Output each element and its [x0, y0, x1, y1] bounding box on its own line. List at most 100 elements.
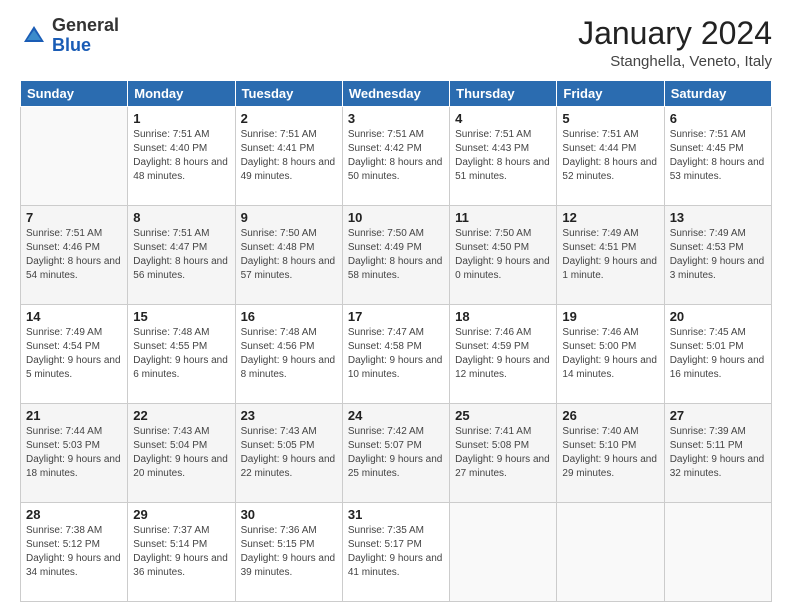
- day-info-12: Sunrise: 7:49 AMSunset: 4:51 PMDaylight:…: [562, 227, 658, 283]
- day-info-31: Sunrise: 7:35 AMSunset: 5:17 PMDaylight:…: [348, 524, 444, 580]
- cell-w4-d4: [450, 503, 557, 602]
- day-number-10: 10: [348, 210, 444, 225]
- day-info-22: Sunrise: 7:43 AMSunset: 5:04 PMDaylight:…: [133, 425, 229, 481]
- cell-w3-d1: 22 Sunrise: 7:43 AMSunset: 5:04 PMDayligh…: [128, 404, 235, 503]
- header-saturday: Saturday: [664, 81, 771, 107]
- day-info-29: Sunrise: 7:37 AMSunset: 5:14 PMDaylight:…: [133, 524, 229, 580]
- cell-w4-d0: 28Sunrise: 7:38 AMSunset: 5:12 PMDayligh…: [21, 503, 128, 602]
- day-number-2: 2: [241, 111, 337, 126]
- day-info-15: Sunrise: 7:48 AMSunset: 4:55 PMDaylight:…: [133, 326, 229, 382]
- weekday-header-row: Sunday Monday Tuesday Wednesday Thursday…: [21, 81, 772, 107]
- day-info-23: Sunrise: 7:43 AMSunset: 5:05 PMDaylight:…: [241, 425, 337, 481]
- cell-w0-d6: 6 Sunrise: 7:51 AMSunset: 4:45 PMDaylight…: [664, 107, 771, 206]
- day-number-20: 20: [670, 309, 766, 324]
- logo: General Blue: [20, 16, 119, 56]
- day-number-30: 30: [241, 507, 337, 522]
- day-number-19: 19: [562, 309, 658, 324]
- logo-general-text: General: [52, 15, 119, 35]
- day-number-16: 16: [241, 309, 337, 324]
- day-number-27: 27: [670, 408, 766, 423]
- day-info-25: Sunrise: 7:41 AMSunset: 5:08 PMDaylight:…: [455, 425, 551, 481]
- day-info-2: Sunrise: 7:51 AMSunset: 4:41 PMDaylight:…: [241, 128, 337, 184]
- cell-w3-d4: 25 Sunrise: 7:41 AMSunset: 5:08 PMDayligh…: [450, 404, 557, 503]
- day-number-23: 23: [241, 408, 337, 423]
- title-block: January 2024 Stanghella, Veneto, Italy: [578, 16, 772, 70]
- cell-w4-d6: [664, 503, 771, 602]
- day-info-6: Sunrise: 7:51 AMSunset: 4:45 PMDaylight:…: [670, 128, 766, 184]
- cell-w3-d5: 26 Sunrise: 7:40 AMSunset: 5:10 PMDayligh…: [557, 404, 664, 503]
- day-number-3: 3: [348, 111, 444, 126]
- cell-w0-d4: 4Sunrise: 7:51 AMSunset: 4:43 PMDaylight…: [450, 107, 557, 206]
- cell-w1-d2: 9 Sunrise: 7:50 AMSunset: 4:48 PMDaylight…: [235, 206, 342, 305]
- day-number-18: 18: [455, 309, 551, 324]
- day-number-9: 9: [241, 210, 337, 225]
- cell-w1-d6: 13 Sunrise: 7:49 AMSunset: 4:53 PMDayligh…: [664, 206, 771, 305]
- day-number-12: 12: [562, 210, 658, 225]
- day-info-28: Sunrise: 7:38 AMSunset: 5:12 PMDaylight:…: [26, 524, 122, 580]
- cell-w3-d6: 27 Sunrise: 7:39 AMSunset: 5:11 PMDayligh…: [664, 404, 771, 503]
- day-number-24: 24: [348, 408, 444, 423]
- day-info-27: Sunrise: 7:39 AMSunset: 5:11 PMDaylight:…: [670, 425, 766, 481]
- header-wednesday: Wednesday: [342, 81, 449, 107]
- cell-w4-d3: 31Sunrise: 7:35 AMSunset: 5:17 PMDayligh…: [342, 503, 449, 602]
- week-row-0: 1 Sunrise: 7:51 AMSunset: 4:40 PMDaylight…: [21, 107, 772, 206]
- logo-text: General Blue: [52, 16, 119, 56]
- cell-w4-d1: 29 Sunrise: 7:37 AMSunset: 5:14 PMDayligh…: [128, 503, 235, 602]
- cell-w4-d5: [557, 503, 664, 602]
- cell-w0-d3: 3 Sunrise: 7:51 AMSunset: 4:42 PMDaylight…: [342, 107, 449, 206]
- day-number-25: 25: [455, 408, 551, 423]
- cell-w3-d2: 23 Sunrise: 7:43 AMSunset: 5:05 PMDayligh…: [235, 404, 342, 503]
- day-info-9: Sunrise: 7:50 AMSunset: 4:48 PMDaylight:…: [241, 227, 337, 283]
- cell-w1-d3: 10 Sunrise: 7:50 AMSunset: 4:49 PMDayligh…: [342, 206, 449, 305]
- day-number-1: 1: [133, 111, 229, 126]
- page: General Blue January 2024 Stanghella, Ve…: [0, 0, 792, 612]
- day-info-21: Sunrise: 7:44 AMSunset: 5:03 PMDaylight:…: [26, 425, 122, 481]
- day-number-7: 7: [26, 210, 122, 225]
- week-row-2: 14Sunrise: 7:49 AMSunset: 4:54 PMDayligh…: [21, 305, 772, 404]
- location-subtitle: Stanghella, Veneto, Italy: [578, 53, 772, 70]
- day-number-8: 8: [133, 210, 229, 225]
- cell-w3-d0: 21Sunrise: 7:44 AMSunset: 5:03 PMDayligh…: [21, 404, 128, 503]
- day-number-5: 5: [562, 111, 658, 126]
- header: General Blue January 2024 Stanghella, Ve…: [20, 16, 772, 70]
- day-info-14: Sunrise: 7:49 AMSunset: 4:54 PMDaylight:…: [26, 326, 122, 382]
- header-friday: Friday: [557, 81, 664, 107]
- day-info-20: Sunrise: 7:45 AMSunset: 5:01 PMDaylight:…: [670, 326, 766, 382]
- day-info-26: Sunrise: 7:40 AMSunset: 5:10 PMDaylight:…: [562, 425, 658, 481]
- day-info-7: Sunrise: 7:51 AMSunset: 4:46 PMDaylight:…: [26, 227, 122, 283]
- day-info-30: Sunrise: 7:36 AMSunset: 5:15 PMDaylight:…: [241, 524, 337, 580]
- day-info-13: Sunrise: 7:49 AMSunset: 4:53 PMDaylight:…: [670, 227, 766, 283]
- month-title: January 2024: [578, 16, 772, 51]
- cell-w1-d4: 11 Sunrise: 7:50 AMSunset: 4:50 PMDayligh…: [450, 206, 557, 305]
- cell-w2-d2: 16Sunrise: 7:48 AMSunset: 4:56 PMDayligh…: [235, 305, 342, 404]
- day-number-26: 26: [562, 408, 658, 423]
- cell-w1-d5: 12 Sunrise: 7:49 AMSunset: 4:51 PMDayligh…: [557, 206, 664, 305]
- week-row-3: 21Sunrise: 7:44 AMSunset: 5:03 PMDayligh…: [21, 404, 772, 503]
- day-info-3: Sunrise: 7:51 AMSunset: 4:42 PMDaylight:…: [348, 128, 444, 184]
- cell-w4-d2: 30 Sunrise: 7:36 AMSunset: 5:15 PMDayligh…: [235, 503, 342, 602]
- day-info-11: Sunrise: 7:50 AMSunset: 4:50 PMDaylight:…: [455, 227, 551, 283]
- cell-w0-d1: 1 Sunrise: 7:51 AMSunset: 4:40 PMDaylight…: [128, 107, 235, 206]
- week-row-4: 28Sunrise: 7:38 AMSunset: 5:12 PMDayligh…: [21, 503, 772, 602]
- header-monday: Monday: [128, 81, 235, 107]
- day-info-17: Sunrise: 7:47 AMSunset: 4:58 PMDaylight:…: [348, 326, 444, 382]
- day-number-22: 22: [133, 408, 229, 423]
- day-number-13: 13: [670, 210, 766, 225]
- day-info-19: Sunrise: 7:46 AMSunset: 5:00 PMDaylight:…: [562, 326, 658, 382]
- day-info-1: Sunrise: 7:51 AMSunset: 4:40 PMDaylight:…: [133, 128, 229, 184]
- week-row-1: 7 Sunrise: 7:51 AMSunset: 4:46 PMDaylight…: [21, 206, 772, 305]
- day-number-15: 15: [133, 309, 229, 324]
- day-number-11: 11: [455, 210, 551, 225]
- day-number-29: 29: [133, 507, 229, 522]
- day-info-5: Sunrise: 7:51 AMSunset: 4:44 PMDaylight:…: [562, 128, 658, 184]
- cell-w1-d0: 7 Sunrise: 7:51 AMSunset: 4:46 PMDaylight…: [21, 206, 128, 305]
- header-sunday: Sunday: [21, 81, 128, 107]
- day-number-17: 17: [348, 309, 444, 324]
- day-number-4: 4: [455, 111, 551, 126]
- cell-w0-d5: 5 Sunrise: 7:51 AMSunset: 4:44 PMDaylight…: [557, 107, 664, 206]
- header-tuesday: Tuesday: [235, 81, 342, 107]
- day-number-6: 6: [670, 111, 766, 126]
- day-info-10: Sunrise: 7:50 AMSunset: 4:49 PMDaylight:…: [348, 227, 444, 283]
- calendar-table: Sunday Monday Tuesday Wednesday Thursday…: [20, 80, 772, 602]
- logo-blue-text: Blue: [52, 35, 91, 55]
